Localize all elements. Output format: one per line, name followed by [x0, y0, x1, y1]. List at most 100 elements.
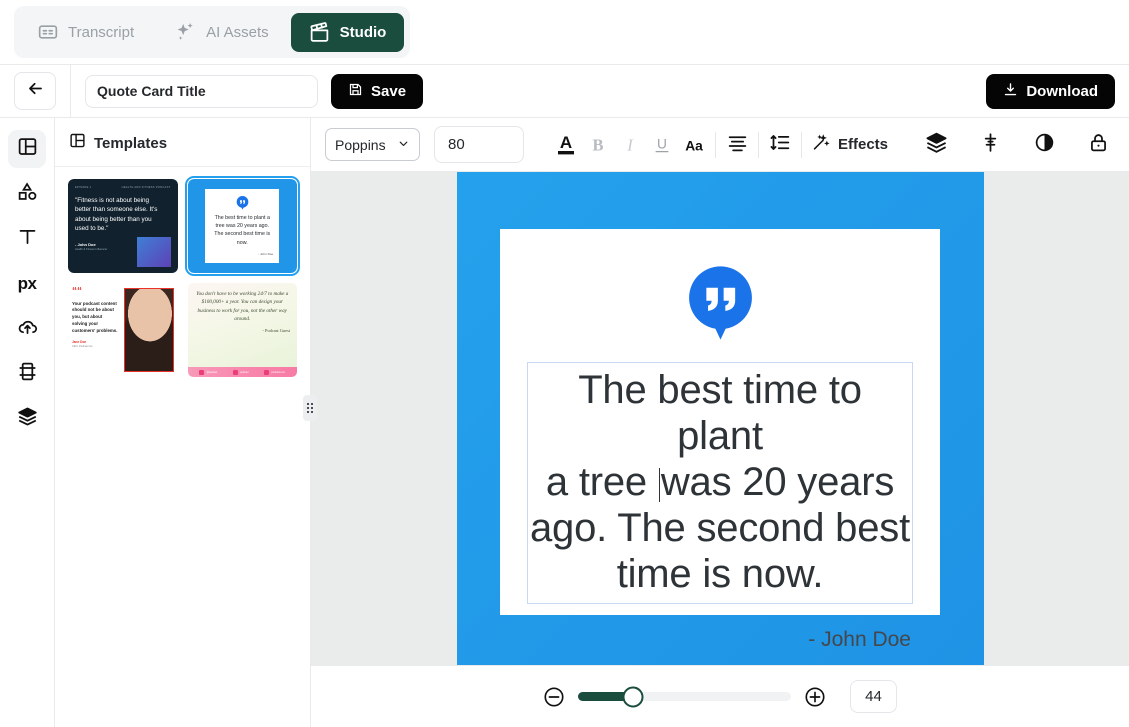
- quote-card-background[interactable]: The best time to plant a tree was 20 yea…: [457, 172, 984, 665]
- template-quote-text: The best time to plant a tree was 20 yea…: [210, 214, 274, 247]
- template-episode-label: EPISODE 1: [75, 186, 91, 189]
- globe-icon: [264, 370, 269, 375]
- download-icon: [1003, 82, 1018, 101]
- svg-text:B: B: [592, 135, 603, 154]
- template-quote-text: Your podcast content should not be about…: [72, 301, 119, 335]
- tab-ai-assets[interactable]: AI Assets: [156, 12, 287, 52]
- format-toolbar: Poppins 80 A B: [311, 118, 1129, 172]
- card-title-input[interactable]: [85, 75, 318, 108]
- upload-cloud-icon: [17, 316, 38, 342]
- position-icon: [980, 132, 1001, 158]
- layers-button[interactable]: [920, 129, 952, 161]
- layout-icon: [69, 132, 86, 154]
- tab-transcript-label: Transcript: [68, 24, 134, 41]
- arrow-left-icon: [26, 79, 45, 103]
- magic-wand-icon: [811, 133, 830, 156]
- save-button[interactable]: Save: [331, 74, 423, 109]
- tab-studio-label: Studio: [340, 24, 387, 41]
- template-card-green-script[interactable]: You don't have to be working 24/7 to mak…: [188, 283, 298, 377]
- tab-studio[interactable]: Studio: [291, 13, 405, 52]
- svg-text:A: A: [560, 133, 572, 152]
- underline-button[interactable]: U: [646, 129, 678, 161]
- align-left-icon: [727, 132, 748, 158]
- quote-line-2b: was 20 years: [661, 460, 894, 504]
- font-size-input[interactable]: 80: [434, 126, 524, 163]
- templates-panel: Templates EPISODE 1 HEALTH AND FITNESS P…: [55, 118, 311, 727]
- social-handle: podcast: [240, 371, 248, 374]
- rail-item-upload[interactable]: [8, 310, 46, 348]
- tab-group: Transcript AI Assets Studio: [14, 6, 410, 58]
- template-card-blue-quote[interactable]: The best time to plant a tree was 20 yea…: [188, 179, 298, 273]
- effects-button[interactable]: Effects: [807, 133, 892, 156]
- text-case-button[interactable]: Aa: [678, 129, 710, 161]
- toolbar-separator: [715, 132, 716, 158]
- canvas-editor: Poppins 80 A B: [311, 118, 1129, 727]
- position-button[interactable]: [974, 129, 1006, 161]
- zoom-bar: 44: [311, 665, 1129, 727]
- tab-transcript[interactable]: Transcript: [20, 13, 152, 51]
- rail-item-px[interactable]: px: [8, 265, 46, 303]
- floppy-disk-icon: [348, 82, 363, 101]
- template-card-podcast-dark[interactable]: EPISODE 1 HEALTH AND FITNESS PODCAST "Fi…: [68, 179, 178, 273]
- instagram-icon: [199, 370, 204, 375]
- social-chip: podcast: [233, 370, 248, 375]
- zoom-slider[interactable]: [578, 692, 791, 701]
- opacity-button[interactable]: [1028, 129, 1060, 161]
- quote-line-3: ago. The second best: [530, 506, 910, 550]
- text-align-button[interactable]: [721, 129, 753, 161]
- quote-card[interactable]: The best time to plant a tree was 20 yea…: [500, 229, 940, 615]
- templates-grid: EPISODE 1 HEALTH AND FITNESS PODCAST "Fi…: [55, 167, 310, 389]
- download-button[interactable]: Download: [986, 74, 1115, 109]
- tab-ai-assets-label: AI Assets: [206, 24, 269, 41]
- line-height-button[interactable]: [764, 129, 796, 161]
- zoom-value-input[interactable]: 44: [850, 680, 897, 713]
- tool-rail: px: [0, 118, 55, 727]
- quote-line-1: The best time to plant: [578, 368, 862, 458]
- bold-button[interactable]: B: [582, 129, 614, 161]
- template-quote-text: You don't have to be working 24/7 to mak…: [195, 290, 291, 323]
- zoom-in-button[interactable]: [804, 686, 826, 708]
- quote-line-4: time is now.: [617, 552, 824, 596]
- download-label: Download: [1026, 83, 1098, 100]
- canvas-area[interactable]: The best time to plant a tree was 20 yea…: [311, 172, 1129, 665]
- template-swatch: [137, 237, 171, 267]
- template-photo: [124, 288, 174, 372]
- italic-button[interactable]: I: [614, 129, 646, 161]
- social-handle: podcast.com: [271, 371, 285, 374]
- zoom-out-button[interactable]: [543, 686, 565, 708]
- svg-text:U: U: [657, 136, 667, 151]
- header-divider: [70, 65, 71, 118]
- rail-item-layout[interactable]: [8, 130, 46, 168]
- rail-item-shapes[interactable]: [8, 175, 46, 213]
- font-size-value: 80: [448, 136, 465, 153]
- layout-icon: [17, 136, 38, 162]
- template-author-name: Jane Doe: [72, 340, 119, 344]
- sparkle-icon: [174, 21, 196, 43]
- studio-shell: Save Download: [0, 64, 1129, 727]
- text-color-button[interactable]: A: [550, 129, 582, 161]
- rail-item-layers[interactable]: [8, 400, 46, 438]
- template-author-name: - John Doe: [258, 252, 273, 256]
- rail-item-text[interactable]: [8, 220, 46, 258]
- lock-button[interactable]: [1082, 129, 1114, 161]
- grip-dots-icon: [307, 403, 313, 413]
- contrast-icon: [1034, 132, 1055, 158]
- panel-resize-handle[interactable]: [303, 395, 317, 421]
- chevron-down-icon: [397, 137, 410, 153]
- back-button[interactable]: [14, 72, 56, 110]
- svg-text:I: I: [626, 135, 634, 154]
- quote-marks-icon: ““: [72, 288, 119, 297]
- px-icon: px: [18, 274, 37, 294]
- shapes-icon: [17, 181, 38, 207]
- zoom-slider-handle[interactable]: [623, 686, 644, 707]
- templates-header: Templates: [55, 118, 310, 167]
- text-caret: [659, 468, 660, 502]
- font-family-select[interactable]: Poppins: [325, 128, 420, 161]
- template-card-photo-quote[interactable]: ““ Your podcast content should not be ab…: [68, 283, 178, 377]
- editor-body: px: [0, 118, 1129, 727]
- toolbar-separator: [758, 132, 759, 158]
- quote-text-box[interactable]: The best time to plant a tree was 20 yea…: [527, 362, 913, 604]
- template-social-bar: @podcast podcast podcast.com: [188, 367, 298, 377]
- quote-attribution[interactable]: - John Doe: [808, 628, 911, 652]
- rail-item-frame[interactable]: [8, 355, 46, 393]
